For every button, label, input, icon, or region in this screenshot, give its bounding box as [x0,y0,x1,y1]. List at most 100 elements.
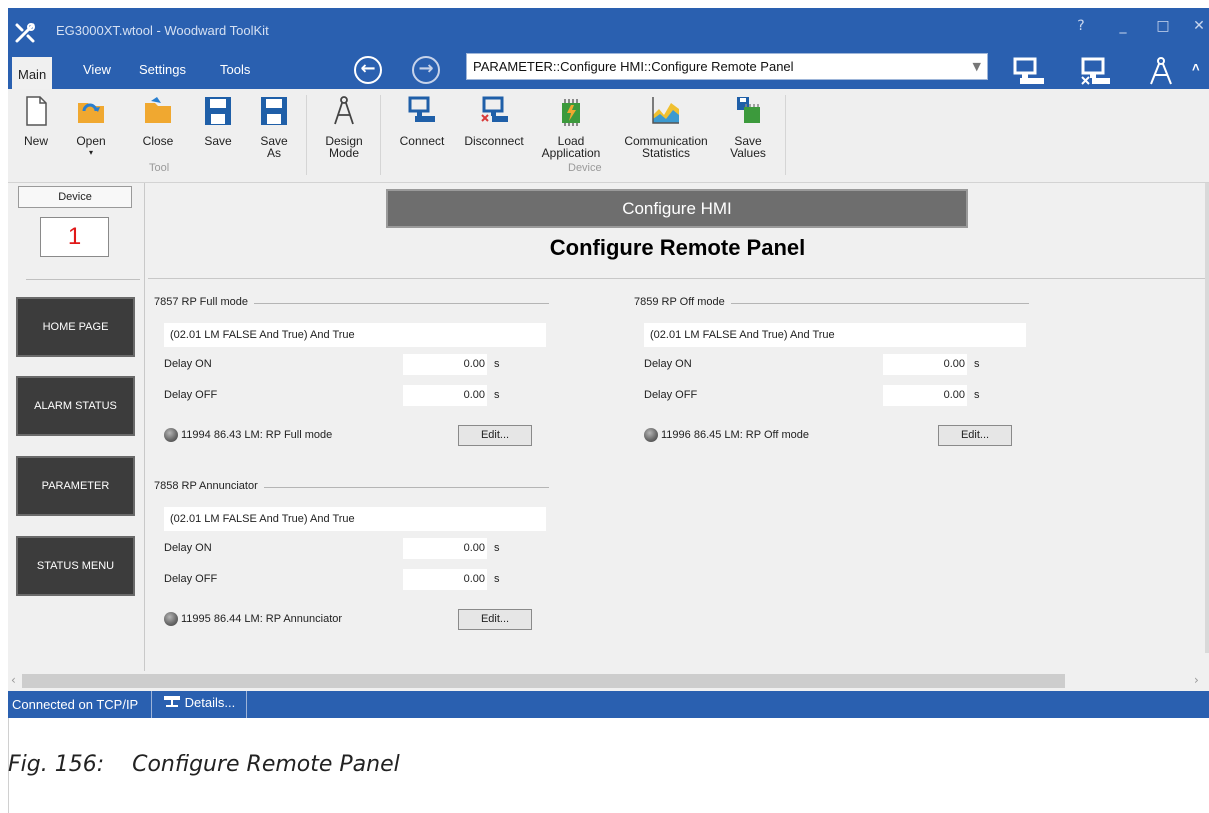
vertical-scrollbar[interactable] [1205,183,1209,653]
horizontal-scrollbar[interactable]: ‹ › [8,671,1209,691]
disconnect-label: Disconnect [464,134,524,148]
delay-off-field[interactable]: 0.00 [403,385,487,406]
ribbon: New Open ▾ Close Save Save As Design Mod… [8,89,1209,183]
configure-hmi-banner: Configure HMI [386,189,968,228]
ribbon-separator [380,95,381,175]
menu-settings[interactable]: Settings [139,62,186,77]
design-mode-icon [334,96,354,125]
logic-expression-field[interactable]: (02.01 LM FALSE And True) And True [164,507,546,531]
connect-icon [408,96,435,122]
window-title: EG3000XT.wtool - Woodward ToolKit [56,23,269,38]
delay-off-label: Delay OFF [164,573,218,585]
chevron-down-icon[interactable]: ▼ [973,60,981,73]
design-mode-label: Design Mode [325,134,363,160]
status-led-icon [644,428,658,442]
communication-statistics-button[interactable]: Communication Statistics [620,95,712,159]
open-dropdown-icon[interactable]: ▾ [70,147,112,159]
close-window-button[interactable]: ✕ [1184,14,1209,38]
logic-expression-field[interactable]: (02.01 LM FALSE And True) And True [644,323,1026,347]
new-file-icon [26,96,47,126]
home-page-button[interactable]: HOME PAGE [16,297,135,357]
save-values-button[interactable]: Save Values [726,95,770,159]
parameter-button[interactable]: PARAMETER [16,456,135,516]
connect-button[interactable]: Connect [396,95,448,147]
save-label: Save [204,134,232,148]
page-title: Configure Remote Panel [549,235,806,260]
device-group-label: Device [568,162,602,174]
collapse-ribbon-button[interactable]: ˄ [1192,60,1200,75]
open-button[interactable]: Open ▾ [70,95,112,159]
rp-off-mode-group: 7859 RP Off mode (02.01 LM FALSE And Tru… [634,296,1029,456]
content-area: Device 1 HOME PAGE ALARM STATUS PARAMETE… [8,183,1209,691]
delay-on-unit: s [974,358,980,370]
load-application-button[interactable]: Load Application [536,95,606,159]
scroll-right-icon[interactable]: › [1194,673,1199,687]
connect-icon[interactable] [1012,56,1046,88]
delay-on-unit: s [494,358,500,370]
delay-on-label: Delay ON [644,358,692,370]
delay-on-field[interactable]: 0.00 [403,354,487,375]
save-as-label: Save As [260,134,288,160]
delay-off-unit: s [494,573,500,585]
close-label: Close [142,134,174,148]
minimize-button[interactable]: _ [1108,14,1138,38]
rp-full-mode-group: 7857 RP Full mode (02.01 LM FALSE And Tr… [154,296,549,456]
figure-caption: Fig. 156: Configure Remote Panel [8,752,400,777]
save-values-label: Save Values [730,134,766,160]
save-button[interactable]: Save [200,95,236,147]
delay-off-label: Delay OFF [164,389,218,401]
divider [148,278,1208,279]
delay-off-label: Delay OFF [644,389,698,401]
edit-button[interactable]: Edit... [458,609,532,630]
disconnect-icon[interactable] [1078,56,1112,88]
edit-button[interactable]: Edit... [938,425,1012,446]
details-button[interactable]: Details... [163,695,235,710]
title-bar: EG3000XT.wtool - Woodward ToolKit ? _ □ … [8,8,1209,53]
left-panel: Device 1 HOME PAGE ALARM STATUS PARAMETE… [8,183,145,671]
load-application-icon [562,99,580,126]
status-divider [151,691,152,718]
status-led-icon [164,612,178,626]
device-button[interactable]: Device [18,186,132,208]
alarm-status-button[interactable]: ALARM STATUS [16,376,135,436]
logic-expression-field[interactable]: (02.01 LM FALSE And True) And True [164,323,546,347]
maximize-button[interactable]: □ [1148,14,1178,38]
network-icon [164,696,180,707]
save-values-icon [737,97,760,123]
design-mode-icon[interactable] [1144,56,1178,88]
back-arrow-icon[interactable]: ← [354,56,382,84]
ribbon-separator [785,95,786,175]
statistics-icon [652,97,679,124]
disconnect-button[interactable]: Disconnect [463,95,525,147]
new-button[interactable]: New [18,95,54,147]
save-as-button[interactable]: Save As [254,95,294,159]
rp-annunciator-group: 7858 RP Annunciator (02.01 LM FALSE And … [154,480,549,640]
edit-button[interactable]: Edit... [458,425,532,446]
open-folder-icon [78,103,104,123]
forward-arrow-icon[interactable]: → [412,56,440,84]
menu-tools[interactable]: Tools [220,62,250,77]
save-as-icon [261,97,287,125]
scrollbar-thumb[interactable] [22,674,1065,688]
scroll-left-icon[interactable]: ‹ [11,673,16,687]
status-menu-button[interactable]: STATUS MENU [16,536,135,596]
delay-on-label: Delay ON [164,542,212,554]
navigation-path-combobox[interactable]: PARAMETER::Configure HMI::Configure Remo… [466,53,988,80]
menu-view[interactable]: View [83,62,111,77]
design-mode-button[interactable]: Design Mode [322,95,366,159]
save-icon [205,97,231,125]
communication-statistics-label: Communication Statistics [624,134,708,160]
delay-off-field[interactable]: 0.00 [883,385,967,406]
details-label: Details... [184,695,236,710]
device-number: 1 [40,217,109,257]
delay-on-field[interactable]: 0.00 [403,538,487,559]
status-bar: Connected on TCP/IP Details... [8,691,1209,718]
help-button[interactable]: ? [1066,14,1096,38]
menu-main[interactable]: Main [12,57,53,89]
delay-off-unit: s [974,389,980,401]
close-button[interactable]: Close [138,95,178,147]
delay-off-unit: s [494,389,500,401]
connection-status: Connected on TCP/IP [12,697,139,712]
delay-off-field[interactable]: 0.00 [403,569,487,590]
delay-on-field[interactable]: 0.00 [883,354,967,375]
